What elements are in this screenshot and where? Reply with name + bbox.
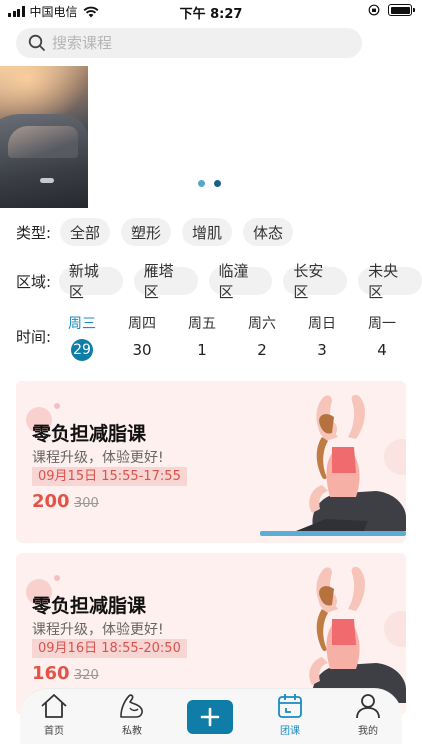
type-filter-row: 类型: 全部 塑形 增肌 体态 <box>16 218 304 246</box>
tab-label: 首页 <box>44 726 64 737</box>
yoga-illustration <box>260 394 406 536</box>
area-chip-yanta[interactable]: 雁塔区 <box>133 262 198 301</box>
tab-bar: 首页 私教 团课 我的 <box>0 688 422 750</box>
add-button[interactable] <box>187 700 233 734</box>
user-icon <box>356 694 380 719</box>
pagination-dot-active[interactable] <box>214 180 221 187</box>
course-original-price: 300 <box>74 496 99 511</box>
course-price: 160 <box>32 663 70 684</box>
search-bar[interactable] <box>16 28 362 58</box>
day-weekday: 周六 <box>248 316 276 332</box>
day-selector[interactable]: 周四 30 <box>122 314 162 361</box>
type-chip-muscle[interactable]: 增肌 <box>182 218 233 246</box>
tab-profile[interactable]: 我的 <box>338 692 398 737</box>
course-title: 零负担减脂课 <box>32 423 147 445</box>
calendar-icon <box>278 694 302 718</box>
day-date: 4 <box>377 341 387 359</box>
search-input[interactable] <box>52 34 332 52</box>
day-date: 29 <box>71 339 93 361</box>
plus-icon <box>200 707 220 727</box>
tab-label: 我的 <box>358 726 378 737</box>
pagination-dot[interactable] <box>198 180 205 187</box>
tab-label: 团课 <box>280 726 300 737</box>
area-chip-xincheng[interactable]: 新城区 <box>58 262 123 301</box>
tab-private-coach[interactable]: 私教 <box>102 692 162 737</box>
tab-label: 私教 <box>122 726 142 737</box>
course-title: 零负担减脂课 <box>32 595 147 617</box>
area-chip-changan[interactable]: 长安区 <box>283 262 348 301</box>
course-subtitle: 课程升级，体验更好! <box>32 450 164 466</box>
day-weekday: 周四 <box>128 316 156 332</box>
banner-image[interactable] <box>0 66 88 208</box>
course-subtitle: 课程升级，体验更好! <box>32 622 164 638</box>
day-weekday: 周三 <box>68 316 96 332</box>
day-selector[interactable]: 周一 4 <box>362 314 402 361</box>
course-price: 200 <box>32 491 70 512</box>
status-bar: 中国电信 下午 8:27 <box>0 0 422 22</box>
day-selector[interactable]: 周五 1 <box>182 314 222 361</box>
course-card[interactable]: 零负担减脂课 课程升级，体验更好! 09月15日 15:55-17:55 200… <box>16 381 406 543</box>
day-selector[interactable]: 周六 2 <box>242 314 282 361</box>
orientation-lock-icon <box>368 4 380 16</box>
search-icon <box>28 34 45 51</box>
home-icon <box>41 694 67 718</box>
battery-icon <box>388 4 415 16</box>
tab-home[interactable]: 首页 <box>24 692 84 737</box>
course-time-tag: 09月16日 18:55-20:50 <box>32 639 187 658</box>
area-chip-lintong[interactable]: 临潼区 <box>208 262 273 301</box>
course-time-tag: 09月15日 15:55-17:55 <box>32 467 187 486</box>
area-filter-row: 区域: 新城区 雁塔区 临潼区 长安区 未央区 <box>16 262 422 301</box>
banner-pagination <box>198 180 221 187</box>
muscle-arm-icon <box>120 694 143 718</box>
day-date: 30 <box>132 341 152 359</box>
day-weekday: 周五 <box>188 316 216 332</box>
day-weekday: 周日 <box>308 316 336 332</box>
day-selector[interactable]: 周日 3 <box>302 314 342 361</box>
day-date: 3 <box>317 341 327 359</box>
type-filter-label: 类型: <box>16 223 52 242</box>
status-time: 下午 8:27 <box>179 7 243 22</box>
tab-group-class[interactable]: 团课 <box>260 692 320 737</box>
area-chip-weiyang[interactable]: 未央区 <box>358 262 422 301</box>
time-filter-label: 时间: <box>16 328 52 346</box>
type-chip-all[interactable]: 全部 <box>60 218 111 246</box>
area-filter-label: 区域: <box>16 272 52 291</box>
day-selector-selected[interactable]: 周三 29 <box>62 314 102 361</box>
day-date: 1 <box>197 341 207 359</box>
type-chip-posture[interactable]: 体态 <box>243 218 294 246</box>
day-date: 2 <box>257 341 267 359</box>
status-right <box>368 4 415 16</box>
course-original-price: 320 <box>74 668 99 683</box>
day-weekday: 周一 <box>368 316 396 332</box>
type-chip-shaping[interactable]: 塑形 <box>121 218 172 246</box>
